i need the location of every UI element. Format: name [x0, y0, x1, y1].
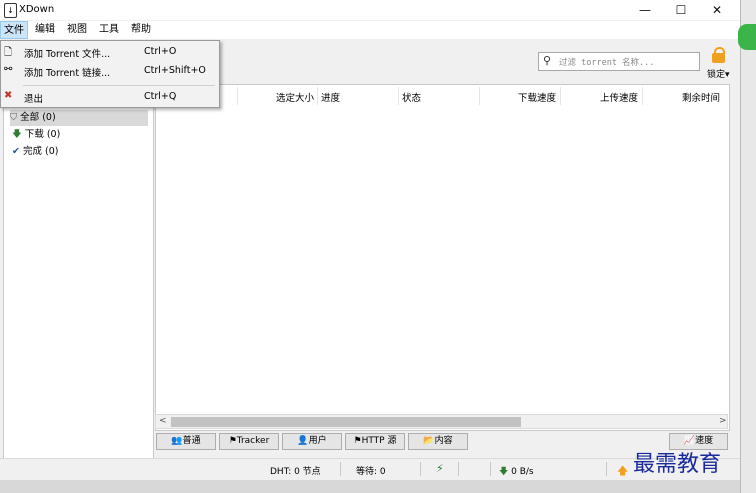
- file-icon: 🗋: [4, 47, 13, 58]
- menu-item-label: 添加 Torrent 链接...: [24, 68, 111, 79]
- scroll-left-icon[interactable]: <: [159, 416, 167, 426]
- status-separator: [458, 462, 459, 476]
- maximize-button[interactable]: ☐: [663, 1, 699, 19]
- menu-add-torrent-link[interactable]: ⚯ 添加 Torrent 链接... Ctrl+Shift+O: [1, 61, 217, 80]
- sidebar: ⛉ 全部 (0) 🡇 下载 (0) ✔ 完成 (0): [3, 84, 154, 459]
- column-separator: [398, 87, 399, 105]
- transfer-list[interactable]: 选定大小 进度 状态 下载速度 上传速度 剩余时间: [155, 84, 730, 431]
- background-window-edge: [740, 0, 756, 493]
- column-separator: [237, 87, 238, 105]
- status-separator: [340, 462, 341, 476]
- background-app-icon: [738, 24, 756, 50]
- title-bar: ↓ XDown — ☐ ✕: [0, 0, 740, 20]
- speed-label: 速度: [695, 436, 714, 446]
- download-arrow-icon: 🡇: [499, 467, 509, 477]
- tab-label: HTTP 源: [361, 436, 397, 446]
- column-separator: [479, 87, 480, 105]
- column-progress[interactable]: 进度: [321, 90, 340, 104]
- status-separator: [420, 462, 421, 476]
- status-separator: [490, 462, 491, 476]
- sidebar-item-label: 全部 (0): [20, 112, 56, 123]
- column-separator: [317, 87, 318, 105]
- search-box[interactable]: ⚲ 过滤 torrent 名称...: [538, 52, 700, 71]
- exit-icon: ✖: [4, 90, 13, 101]
- sidebar-item-all[interactable]: ⛉ 全部 (0): [10, 110, 148, 126]
- connection-icon[interactable]: ⚡: [436, 462, 444, 475]
- users-icon: 👥: [171, 436, 183, 446]
- tab-peers[interactable]: 👤用户: [282, 433, 342, 450]
- lock-icon-body: [712, 53, 725, 63]
- search-input[interactable]: 过滤 torrent 名称...: [559, 56, 654, 68]
- tab-general[interactable]: 👥普通: [156, 433, 216, 450]
- menu-bar: 文件 编辑 视图 工具 帮助: [0, 21, 740, 39]
- sidebar-item-label: 完成 (0): [23, 146, 59, 157]
- link-icon: ⚯: [4, 64, 13, 75]
- watermark-text: 最需教育: [633, 452, 722, 477]
- scrollbar-thumb[interactable]: [171, 417, 521, 427]
- menu-add-torrent-file[interactable]: 🗋 添加 Torrent 文件... Ctrl+O: [1, 42, 217, 61]
- column-status[interactable]: 状态: [402, 90, 421, 104]
- menu-item-shortcut: Ctrl+Shift+O: [144, 65, 206, 76]
- column-separator: [560, 87, 561, 105]
- menu-view[interactable]: 视图: [64, 21, 90, 39]
- download-arrow-icon: 🡇: [12, 129, 22, 140]
- tab-content[interactable]: 📂内容: [408, 433, 468, 450]
- close-button[interactable]: ✕: [699, 1, 735, 19]
- chevron-down-icon: ▾: [725, 70, 730, 80]
- lock-label: 锁定: [707, 70, 726, 80]
- download-speed-status[interactable]: 🡇 0 B/s: [499, 464, 534, 480]
- status-bar: DHT: 0 节点 等待: 0 ⚡ 🡇 0 B/s 🡅: [0, 458, 740, 481]
- filter-icon: ⛉: [10, 112, 18, 123]
- menu-tools[interactable]: 工具: [96, 21, 122, 39]
- menu-item-label: 添加 Torrent 文件...: [24, 49, 111, 60]
- menu-file[interactable]: 文件: [0, 21, 28, 39]
- tab-http-sources[interactable]: ⚑HTTP 源: [345, 433, 405, 450]
- waiting-status: 等待: 0: [356, 467, 386, 477]
- window-title: XDown: [19, 4, 55, 15]
- lock-button[interactable]: 锁定▾: [705, 44, 737, 82]
- sidebar-item-label: 下载 (0): [24, 129, 61, 140]
- app-icon: ↓: [4, 3, 17, 18]
- tab-label: Tracker: [236, 436, 270, 446]
- flag-icon: ⚑: [228, 436, 237, 446]
- minimize-button[interactable]: —: [627, 1, 663, 19]
- flag-icon: ⚑: [353, 436, 362, 446]
- tab-label: 普通: [182, 436, 201, 446]
- column-separator: [642, 87, 643, 105]
- menu-separator: [23, 85, 215, 86]
- scroll-right-icon[interactable]: >: [719, 416, 727, 426]
- tab-tracker[interactable]: ⚑Tracker: [219, 433, 279, 450]
- upload-arrow-icon[interactable]: 🡅: [617, 462, 628, 481]
- user-icon: 👤: [297, 436, 309, 446]
- search-icon: ⚲: [543, 54, 552, 67]
- sidebar-item-downloading[interactable]: 🡇 下载 (0): [12, 127, 60, 143]
- folder-icon: 📂: [423, 436, 435, 446]
- sidebar-item-completed[interactable]: ✔ 完成 (0): [12, 144, 58, 160]
- checkmark-icon: ✔: [12, 146, 20, 157]
- menu-item-label: 退出: [24, 94, 44, 105]
- menu-exit[interactable]: ✖ 退出 Ctrl+Q: [1, 87, 217, 106]
- menu-item-shortcut: Ctrl+Q: [144, 91, 177, 102]
- column-selected-size[interactable]: 选定大小: [276, 90, 314, 104]
- file-menu-dropdown: 🗋 添加 Torrent 文件... Ctrl+O ⚯ 添加 Torrent 链…: [0, 40, 220, 108]
- status-separator: [606, 462, 607, 476]
- horizontal-scrollbar[interactable]: < >: [155, 414, 728, 429]
- column-upload-speed[interactable]: 上传速度: [600, 90, 638, 104]
- menu-edit[interactable]: 编辑: [32, 21, 58, 39]
- menu-item-shortcut: Ctrl+O: [144, 46, 177, 57]
- download-speed-value: 0 B/s: [511, 467, 534, 477]
- taskbar-edge: [0, 480, 740, 493]
- tab-label: 内容: [434, 436, 453, 446]
- column-download-speed[interactable]: 下载速度: [518, 90, 556, 104]
- chart-icon: 📈: [683, 436, 696, 446]
- menu-help[interactable]: 帮助: [128, 21, 154, 39]
- tab-label: 用户: [308, 436, 327, 446]
- dht-status: DHT: 0 节点: [270, 467, 321, 477]
- column-time-remaining[interactable]: 剩余时间: [682, 90, 720, 104]
